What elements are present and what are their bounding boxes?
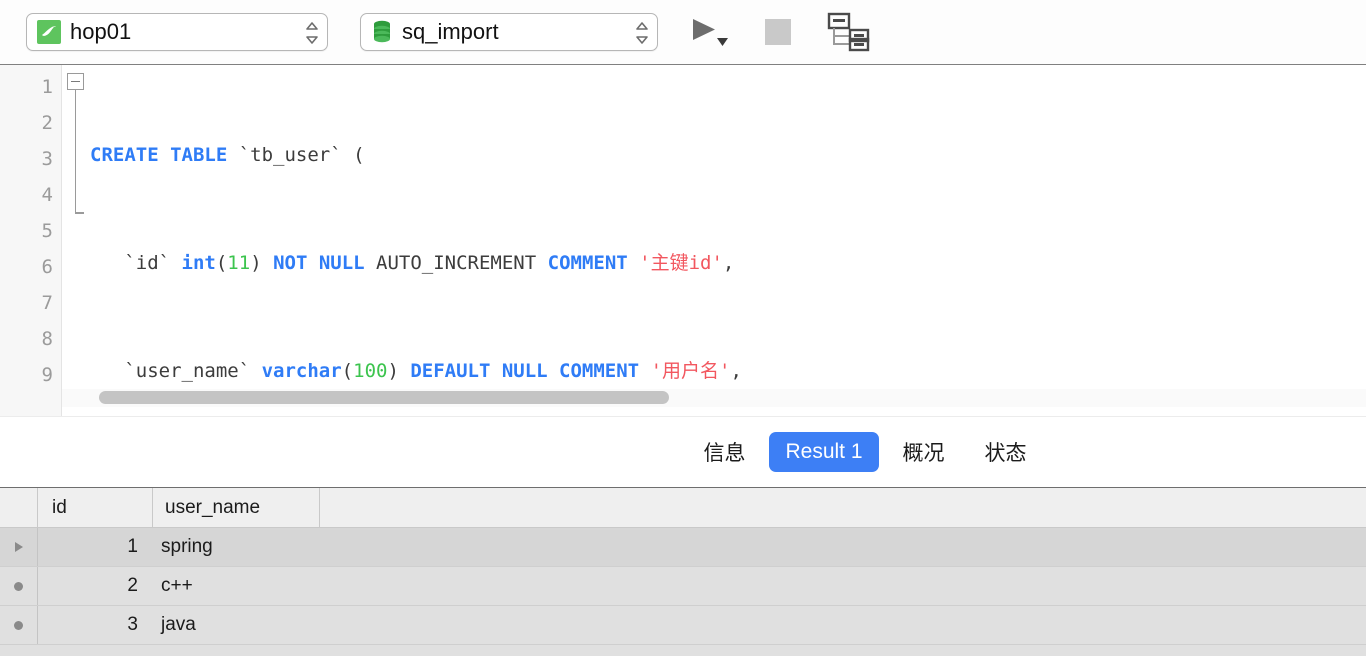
explain-plan-icon: [827, 12, 870, 52]
row-dot-icon: [14, 581, 23, 591]
line-number: 3: [41, 148, 53, 170]
editor-hscrollbar-thumb[interactable]: [99, 391, 669, 404]
row-marker-cell[interactable]: [0, 606, 38, 644]
row-marker-cell[interactable]: [0, 567, 38, 605]
code-line: `id` int(11) NOT NULL AUTO_INCREMENT COM…: [90, 252, 735, 274]
fold-collapse-icon[interactable]: [67, 73, 84, 90]
row-dot-icon: [14, 620, 23, 630]
database-icon: [371, 19, 393, 45]
cell-id[interactable]: 1: [38, 528, 153, 566]
row-filler: [320, 567, 1366, 605]
run-dropdown-icon: [717, 38, 728, 46]
result-grid[interactable]: id user_name 1 spring 2 c++ 3 java: [0, 487, 1366, 656]
table-row[interactable]: 2 c++: [0, 567, 1366, 606]
sql-editor[interactable]: 1 2 3 4 5 6 7 8 9 CREATE TABLE `tb_user`…: [0, 65, 1366, 417]
cell-user-name[interactable]: spring: [153, 528, 320, 566]
code-line: CREATE TABLE `tb_user` (: [90, 144, 365, 166]
grid-header-id[interactable]: id: [38, 488, 153, 527]
fold-range-line: [74, 90, 76, 214]
connection-stepper-icon[interactable]: [303, 17, 321, 47]
table-row[interactable]: 3 java: [0, 606, 1366, 645]
connection-select[interactable]: hop01: [26, 13, 328, 51]
mysql-dolphin-icon: [37, 20, 61, 44]
row-marker-cell[interactable]: [0, 528, 38, 566]
row-filler: [320, 606, 1366, 644]
cell-user-name[interactable]: c++: [153, 567, 320, 605]
code-fold-gutter[interactable]: [62, 65, 90, 417]
grid-header-user-name[interactable]: user_name: [153, 488, 320, 527]
tab-status[interactable]: 状态: [969, 429, 1043, 475]
grid-header-filler: [320, 488, 1366, 527]
line-number: 8: [41, 328, 53, 350]
stop-icon: [765, 19, 791, 45]
row-filler: [320, 528, 1366, 566]
cell-id[interactable]: 3: [38, 606, 153, 644]
code-line: `user_name` varchar(100) DEFAULT NULL CO…: [90, 360, 742, 382]
code-content[interactable]: CREATE TABLE `tb_user` ( `id` int(11) NO…: [90, 65, 937, 417]
toolbar: hop01 sq_import: [0, 0, 1366, 65]
connection-name: hop01: [70, 19, 132, 44]
explain-plan-button[interactable]: [826, 12, 872, 52]
database-stepper-icon[interactable]: [633, 17, 651, 47]
line-number: 5: [41, 220, 53, 242]
line-number: 9: [41, 364, 53, 386]
line-number-gutter: 1 2 3 4 5 6 7 8 9: [0, 65, 62, 417]
run-button[interactable]: [690, 15, 736, 49]
row-current-triangle-icon: [14, 542, 23, 552]
line-number: 7: [41, 292, 53, 314]
tab-info[interactable]: 信息: [687, 429, 761, 475]
line-number: 6: [41, 256, 53, 278]
fold-range-end: [74, 212, 84, 214]
line-number: 1: [41, 76, 53, 98]
database-name: sq_import: [402, 19, 499, 44]
line-number: 2: [41, 112, 53, 134]
tab-profile[interactable]: 概况: [887, 429, 961, 475]
table-row[interactable]: 1 spring: [0, 528, 1366, 567]
result-tabbar: 信息 Result 1 概况 状态: [0, 417, 1366, 487]
grid-header-row: id user_name: [0, 488, 1366, 528]
tab-result-1[interactable]: Result 1: [769, 432, 879, 472]
grid-header-marker-cell: [0, 488, 38, 527]
run-icon: [693, 19, 715, 40]
cell-id[interactable]: 2: [38, 567, 153, 605]
line-number: 4: [41, 184, 53, 206]
cell-user-name[interactable]: java: [153, 606, 320, 644]
stop-button[interactable]: [762, 15, 798, 49]
database-select[interactable]: sq_import: [360, 13, 658, 51]
